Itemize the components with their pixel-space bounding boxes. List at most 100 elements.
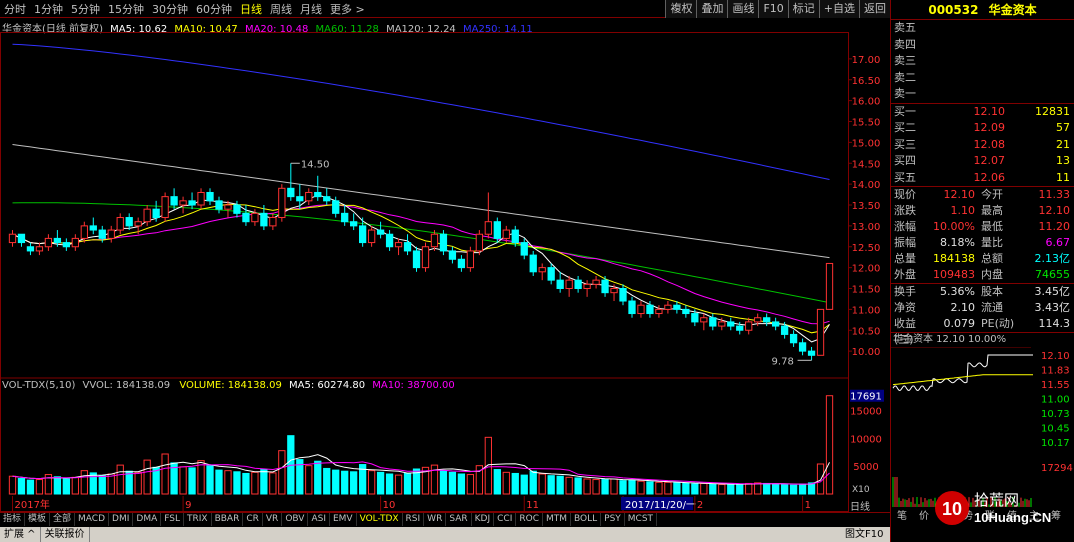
toolbar-button[interactable]: 叠加: [696, 0, 728, 18]
indicator-tab[interactable]: MCST: [625, 513, 658, 526]
candle-body: [125, 217, 133, 227]
order-volume: [1005, 37, 1074, 54]
period-tab[interactable]: 1分钟: [30, 1, 67, 17]
indicator-tab[interactable]: DMA: [133, 513, 162, 526]
side-tab-daily[interactable]: 日线: [850, 498, 890, 513]
candle-body: [89, 225, 97, 231]
indicator-tab[interactable]: 全部: [50, 513, 76, 526]
candle-body: [215, 200, 223, 210]
order-level-label: 买五: [894, 170, 916, 184]
indicator-tab[interactable]: BBAR: [212, 513, 244, 526]
indicator-tab[interactable]: MACD: [75, 513, 110, 526]
indicator-tab[interactable]: CCI: [494, 513, 517, 526]
order-book-row: 卖四: [891, 37, 1074, 54]
candle-body: [251, 212, 259, 223]
toolbar-button[interactable]: 返回: [859, 0, 890, 18]
period-tab[interactable]: 分时: [0, 1, 30, 17]
period-toolbar: 分时 1分钟 5分钟 15分钟 30分钟 60分钟 日线 周线 月线 更多 > 複权 叠加 画线 F10 标…: [0, 0, 890, 18]
toolbar-button[interactable]: 标记: [787, 0, 819, 18]
mini-price-tick: 10.17: [1041, 438, 1070, 449]
volume-bar: [646, 481, 654, 495]
order-level-label: 卖二: [894, 70, 916, 84]
indicator-tab[interactable]: ROC: [516, 513, 543, 526]
quote-value: 10.00%: [933, 220, 975, 233]
indicator-tab[interactable]: 模板: [25, 513, 51, 526]
indicator-tab[interactable]: VR: [263, 513, 283, 526]
volume-bar: [269, 472, 277, 495]
indicator-tab[interactable]: 指标: [0, 513, 26, 526]
quote-row: 外盘 109483 内盘 74655: [891, 267, 1074, 283]
mini-tab[interactable]: 价: [919, 510, 929, 522]
volume-bar: [628, 479, 636, 495]
mini-price-tick: 11.83: [1041, 366, 1070, 377]
candle-body: [682, 308, 690, 315]
toolbar-button[interactable]: 複权: [665, 0, 697, 18]
volume-bar: [825, 395, 834, 495]
side-tab-f10[interactable]: 图文F10: [845, 527, 891, 542]
order-volume: [1005, 20, 1074, 37]
candle-body: [287, 187, 295, 198]
order-price: [951, 86, 1005, 103]
volume-bar: [8, 475, 17, 495]
period-tab[interactable]: 日线: [236, 1, 266, 17]
order-price: 12.10: [973, 104, 1006, 118]
sell-order-book: 卖五 卖四 卖三 卖二 卖一: [891, 20, 1074, 103]
period-tab[interactable]: 更多 >: [326, 1, 369, 17]
period-tab[interactable]: 月线: [296, 1, 326, 17]
period-tab[interactable]: 周线: [266, 1, 296, 17]
indicator-tab[interactable]: EMV: [330, 513, 357, 526]
indicator-tab[interactable]: TRIX: [184, 513, 212, 526]
volume-bar: [592, 479, 600, 495]
quote-row: 振幅 8.18% 量比 6.67: [891, 235, 1074, 251]
status-tab[interactable]: 关联报价: [41, 527, 90, 542]
volume-bar: [80, 470, 88, 495]
candle-body: [341, 212, 349, 223]
indicator-tab[interactable]: ASI: [308, 513, 330, 526]
period-tab[interactable]: 5分钟: [67, 1, 104, 17]
indicator-tab[interactable]: DMI: [109, 513, 134, 526]
indicator-tab[interactable]: OBV: [282, 513, 309, 526]
indicator-tab[interactable]: VOL-TDX: [357, 513, 403, 526]
candle-body: [412, 250, 421, 269]
candle-body: [745, 321, 753, 331]
indicator-tab[interactable]: BOLL: [571, 513, 602, 526]
quote-label: 最高: [981, 204, 1003, 217]
indicator-tab[interactable]: PSY: [601, 513, 625, 526]
volume-bar: [745, 482, 753, 495]
indicator-tab[interactable]: WR: [424, 513, 447, 526]
quote-value: 1.10: [950, 204, 976, 217]
period-tab[interactable]: 60分钟: [192, 1, 236, 17]
date-tick: 11: [526, 500, 539, 511]
period-tab[interactable]: 15分钟: [104, 1, 148, 17]
indicator-tab[interactable]: KDJ: [472, 513, 495, 526]
volume-bar: [26, 479, 35, 495]
candle-body: [493, 221, 501, 239]
mini-price-tick: 11.55: [1041, 380, 1070, 391]
volume-bar: [682, 482, 690, 495]
volume-bar: [62, 478, 71, 495]
toolbar-button[interactable]: F10: [758, 0, 788, 18]
volume-bar: [179, 466, 187, 495]
indicator-tab[interactable]: MTM: [543, 513, 572, 526]
order-volume: 13: [1056, 154, 1070, 167]
candle-body: [385, 233, 394, 248]
volume-bar: [502, 471, 510, 495]
indicator-tab[interactable]: RSI: [403, 513, 425, 526]
toolbar-button[interactable]: 画线: [727, 0, 759, 18]
status-tab[interactable]: 扩展 ^: [0, 527, 41, 542]
volume-bar: [673, 482, 681, 495]
volume-bar: [35, 479, 44, 495]
period-tab[interactable]: 30分钟: [148, 1, 192, 17]
kline-chart[interactable]: 17.00 16.50 16.00 15.50 15.00 14.50 14.00 13.50…: [0, 32, 890, 512]
mini-tab[interactable]: 笔: [897, 509, 907, 522]
quote-value: 11.33: [1038, 188, 1071, 201]
date-tick: 2017年: [14, 498, 49, 511]
candle-body: [655, 308, 663, 315]
indicator-tab[interactable]: SAR: [446, 513, 472, 526]
toolbar-button[interactable]: +自选: [818, 0, 859, 18]
volume-bar: [116, 464, 124, 495]
candle-body: [197, 191, 205, 206]
price-tick: 13.00: [852, 222, 881, 233]
indicator-tab[interactable]: CR: [243, 513, 263, 526]
indicator-tab[interactable]: FSL: [161, 513, 184, 526]
